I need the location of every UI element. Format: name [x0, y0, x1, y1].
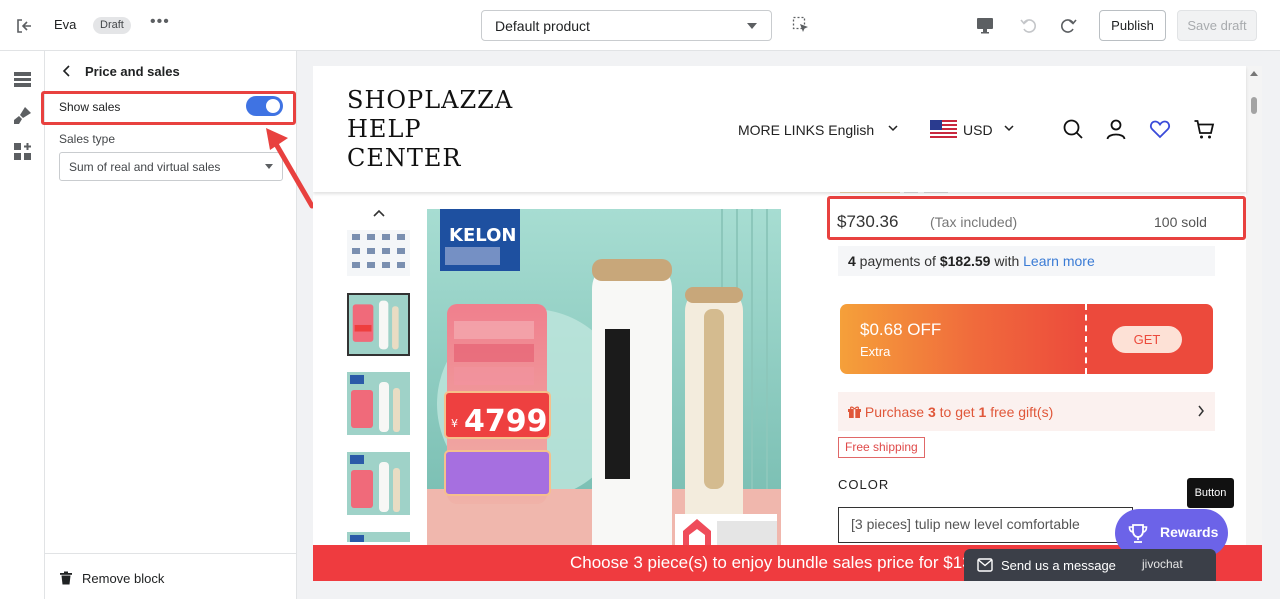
publish-button[interactable]: Publish [1099, 10, 1166, 41]
gift-qty: 3 [927, 404, 936, 420]
currency-selector[interactable]: USD [963, 122, 993, 138]
gallery-thumbnail[interactable] [347, 452, 410, 515]
svg-text:¥: ¥ [451, 417, 458, 430]
gift-icon [848, 406, 861, 418]
sales-type-select[interactable]: Sum of real and virtual sales [59, 152, 283, 181]
sales-count: 100 sold [1154, 214, 1207, 230]
coupon-amount: $0.68 OFF [860, 320, 942, 339]
product-main-image[interactable]: KELON ¥ 4799 [427, 209, 781, 581]
installment-count: 4 [848, 253, 856, 269]
nav-more-links[interactable]: MORE LINKS English [738, 122, 874, 138]
template-select[interactable]: Default product [481, 10, 772, 41]
back-chevron-icon[interactable] [60, 64, 74, 78]
us-flag-icon [930, 120, 957, 138]
editor-topbar: Eva Draft ••• Default product Publish Sa… [0, 0, 1280, 51]
product-image-art: KELON ¥ 4799 [427, 209, 781, 581]
chevron-right-icon [1198, 405, 1204, 417]
installment-amount: $182.59 [939, 253, 991, 269]
gift-text: Purchase [864, 404, 928, 420]
message-icon [977, 558, 993, 572]
scroll-up-arrow-icon[interactable] [1250, 71, 1258, 76]
undo-icon[interactable] [1018, 15, 1038, 35]
sections-icon[interactable] [12, 69, 33, 90]
color-option-label: COLOR [838, 477, 890, 492]
logo-line: HELP [347, 115, 422, 143]
free-shipping-badge: Free shipping [838, 437, 925, 458]
gallery-up-chevron-icon[interactable] [373, 208, 385, 218]
gift-text: free gift(s) [986, 404, 1054, 420]
show-sales-label: Show sales [59, 100, 121, 114]
gift-text: to get [935, 404, 979, 420]
save-draft-button[interactable]: Save draft [1177, 10, 1257, 41]
desktop-preview-icon[interactable] [975, 15, 995, 35]
editor-icon-rail [0, 51, 45, 599]
panel-title: Price and sales [85, 64, 180, 79]
chat-label: Send us a message [1001, 558, 1116, 573]
more-links-label: MORE LINKS [738, 122, 825, 138]
caret-down-icon [265, 164, 273, 169]
coupon-get-button[interactable]: GET [1112, 326, 1182, 353]
caret-down-icon [747, 23, 757, 29]
logo-line: SHOPLAZZA [347, 86, 514, 114]
cart-icon[interactable] [1193, 118, 1215, 140]
image-promo-price: 4799 [464, 404, 548, 439]
trash-icon [60, 571, 72, 585]
tax-note: (Tax included) [930, 214, 1018, 230]
trophy-icon [1128, 524, 1148, 543]
coupon-card: $0.68 OFF Extra GET [840, 304, 1213, 374]
image-brand-text: KELON [449, 225, 516, 246]
more-horizontal-icon[interactable]: ••• [150, 14, 170, 34]
search-icon[interactable] [1062, 118, 1084, 140]
scroll-thumb[interactable] [1251, 97, 1257, 114]
installment-text: with [990, 253, 1024, 269]
variant-option[interactable]: [3 pieces] tulip new level comfortable [838, 507, 1133, 543]
chat-widget[interactable]: Send us a message jivochat [964, 549, 1216, 581]
logo-line: CENTER [347, 144, 462, 172]
wishlist-heart-icon[interactable] [1149, 118, 1171, 140]
sales-type-value: Sum of real and virtual sales [69, 160, 221, 174]
theme-name: Eva [54, 17, 77, 32]
apps-icon[interactable] [12, 141, 33, 162]
gallery-thumbnail[interactable] [347, 230, 410, 276]
store-logo[interactable]: SHOPLAZZA HELP CENTER [347, 86, 513, 173]
installments-banner: 4 payments of $182.59 with Learn more [838, 246, 1215, 276]
rewards-label: Rewards [1160, 524, 1219, 540]
installment-text: payments of [855, 253, 940, 269]
redo-icon[interactable] [1059, 15, 1079, 35]
gift-promo-row[interactable]: Purchase 3 to get 1 free gift(s) [838, 392, 1215, 431]
block-settings-panel: Price and sales Show sales Sales type Su… [45, 51, 297, 599]
panel-footer: Remove block [45, 553, 297, 599]
chat-brand: jivochat [1142, 557, 1183, 571]
button-tooltip: Button [1187, 478, 1234, 508]
bundle-sales-text: Choose 3 piece(s) to enjoy bundle sales … [570, 553, 972, 572]
language-label: English [828, 122, 875, 138]
account-icon[interactable] [1105, 118, 1127, 140]
gallery-thumbnail-selected[interactable] [347, 293, 410, 356]
template-select-value: Default product [495, 18, 590, 34]
storefront-preview: SHOPLAZZA HELP CENTER MORE LINKS English… [313, 66, 1262, 581]
coupon-subtitle: Extra [860, 344, 891, 359]
learn-more-link[interactable]: Learn more [1023, 253, 1095, 269]
product-price: $730.36 [837, 212, 899, 231]
exit-icon[interactable] [14, 16, 34, 36]
coupon-left: $0.68 OFF Extra [840, 304, 1086, 374]
store-header: SHOPLAZZA HELP CENTER MORE LINKS English… [313, 66, 1246, 192]
chevron-down-icon [888, 125, 898, 132]
status-badge: Draft [93, 17, 131, 34]
sales-type-label: Sales type [59, 132, 116, 146]
toggle-knob [266, 99, 280, 113]
theme-settings-brush-icon[interactable] [12, 105, 33, 126]
gallery-thumbnail[interactable] [347, 372, 410, 435]
show-sales-toggle[interactable] [246, 96, 283, 116]
select-element-icon[interactable] [792, 16, 810, 34]
gallery-thumbnail[interactable] [347, 532, 410, 542]
preview-scrollbar[interactable] [1246, 66, 1262, 581]
remove-block-button[interactable]: Remove block [82, 571, 164, 586]
chevron-down-icon [1004, 125, 1014, 132]
coupon-divider [1085, 304, 1087, 374]
